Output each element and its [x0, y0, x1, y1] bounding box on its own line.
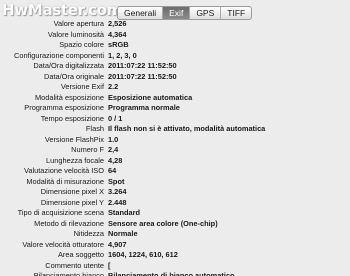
property-label: Area soggetto [57, 250, 104, 259]
property-value: 2011:07:22 11:52:50 [108, 71, 177, 81]
exif-properties-list: Valore apertura 2,526 Valore luminosità 4,3… [0, 19, 350, 276]
property-row: Modalità esposizione Esposizione automati… [0, 93, 350, 104]
property-row: Metodo di rilevazione Sensore area colore… [0, 219, 350, 230]
property-value: Standard [108, 208, 141, 217]
property-row: Versione Exif 2.2 [0, 82, 350, 93]
property-value: Spot [108, 176, 125, 186]
property-value: 1, 2, 3, 0 [108, 50, 137, 60]
property-value: [ [108, 260, 111, 270]
property-label: Dimensione pixel Y [40, 197, 104, 207]
property-value: 2,526 [108, 19, 127, 28]
property-value: 1604, 1224, 610, 612 [108, 250, 178, 259]
property-value: Il flash non si è attivato, modalità aut… [108, 124, 266, 133]
property-label: Configurazione componenti [14, 50, 104, 60]
property-label: Modalità esposizione [34, 92, 104, 102]
tab-exif[interactable]: Exif [163, 7, 191, 19]
property-row: Versione FlashPix 1.0 [0, 135, 350, 146]
property-value: 2,4 [108, 145, 119, 154]
property-row: Valutazione velocità ISO 64 [0, 166, 350, 177]
property-label: Dimensione pixel X [40, 187, 104, 196]
property-label: Tipo di acquisizione scena [17, 208, 104, 217]
property-row: Configurazione componenti 1, 2, 3, 0 [0, 51, 350, 62]
property-row: Tempo esposizione 0 / 1 [0, 114, 350, 125]
property-label: Valutazione velocità ISO [24, 166, 104, 175]
property-label: Metodo di rilevazione [34, 218, 104, 228]
property-value: 2011:07:22 11:52:50 [108, 61, 177, 70]
property-row: Area soggetto 1604, 1224, 610, 612 [0, 250, 350, 261]
property-value: 0 / 1 [108, 113, 123, 123]
property-label: Data/Ora originale [44, 71, 104, 81]
property-value: 2.2 [108, 82, 119, 91]
inspector-tab-bar: Generali Exif GPS TIFF [117, 6, 253, 20]
property-row: Tipo di acquisizione scena Standard [0, 208, 350, 219]
property-label: Numero F [71, 145, 104, 154]
property-label: Programma esposizione [24, 103, 104, 112]
property-value: Normale [108, 229, 138, 238]
property-value: 4,28 [108, 155, 123, 165]
property-label: Versione FlashPix [44, 134, 104, 144]
property-label: Valore luminosità [47, 29, 104, 39]
property-value: 1.0 [108, 134, 119, 144]
property-row: Lunghezza focale 4,28 [0, 156, 350, 167]
property-row: Nitidezza Normale [0, 229, 350, 240]
property-value: 4,364 [108, 29, 127, 39]
property-row: Numero F 2,4 [0, 145, 350, 156]
property-row: Data/Ora digitalizzata 2011:07:22 11:52:5… [0, 61, 350, 72]
property-label: Commento utente [45, 260, 104, 270]
property-label: Modalità di misurazione [26, 176, 104, 186]
property-label: Lunghezza focale [46, 155, 104, 165]
property-label: Data/Ora digitalizzata [33, 61, 104, 70]
property-label: Spazio colore [59, 40, 104, 49]
property-row: Spazio colore sRGB [0, 40, 350, 51]
property-label: Valore apertura [53, 19, 104, 28]
property-label: Flash [85, 124, 104, 133]
property-value: 2.448 [108, 197, 127, 207]
tab-generali[interactable]: Generali [118, 7, 164, 19]
property-label: Nitidezza [73, 229, 104, 238]
tab-gps[interactable]: GPS [190, 7, 222, 19]
property-row: Flash Il flash non si è attivato, modalit… [0, 124, 350, 135]
property-value: 4,907 [108, 239, 127, 249]
property-row: Bilanciamento bianco Bilanciamento di bia… [0, 271, 350, 276]
property-value: Sensore area colore (One-chip) [108, 218, 218, 228]
property-value: 64 [108, 166, 117, 175]
watermark-logo: HwMaster.com [2, 1, 122, 19]
property-row: Valore luminosità 4,364 [0, 30, 350, 41]
property-label: Tempo esposizione [40, 113, 104, 123]
property-value: Bilanciamento di bianco automatico [108, 271, 235, 276]
property-row: Valore apertura 2,526 [0, 19, 350, 30]
property-row: Data/Ora originale 2011:07:22 11:52:50 [0, 72, 350, 83]
property-row: Commento utente [ [0, 261, 350, 272]
property-row: Valore velocità otturatore 4,907 [0, 240, 350, 251]
property-row: Programma esposizione Programma normale [0, 103, 350, 114]
property-row: Modalità di misurazione Spot [0, 177, 350, 188]
property-row: Dimensione pixel X 3.264 [0, 187, 350, 198]
property-row: Dimensione pixel Y 2.448 [0, 198, 350, 209]
property-value: Esposizione automatica [108, 92, 193, 102]
property-value: Programma normale [108, 103, 180, 112]
property-value: 3.264 [108, 187, 127, 196]
property-value: sRGB [108, 40, 129, 49]
tab-tiff[interactable]: TIFF [221, 7, 251, 19]
property-label: Bilanciamento bianco [33, 271, 104, 276]
property-label: Valore velocità otturatore [22, 239, 104, 249]
property-label: Versione Exif [60, 82, 104, 91]
